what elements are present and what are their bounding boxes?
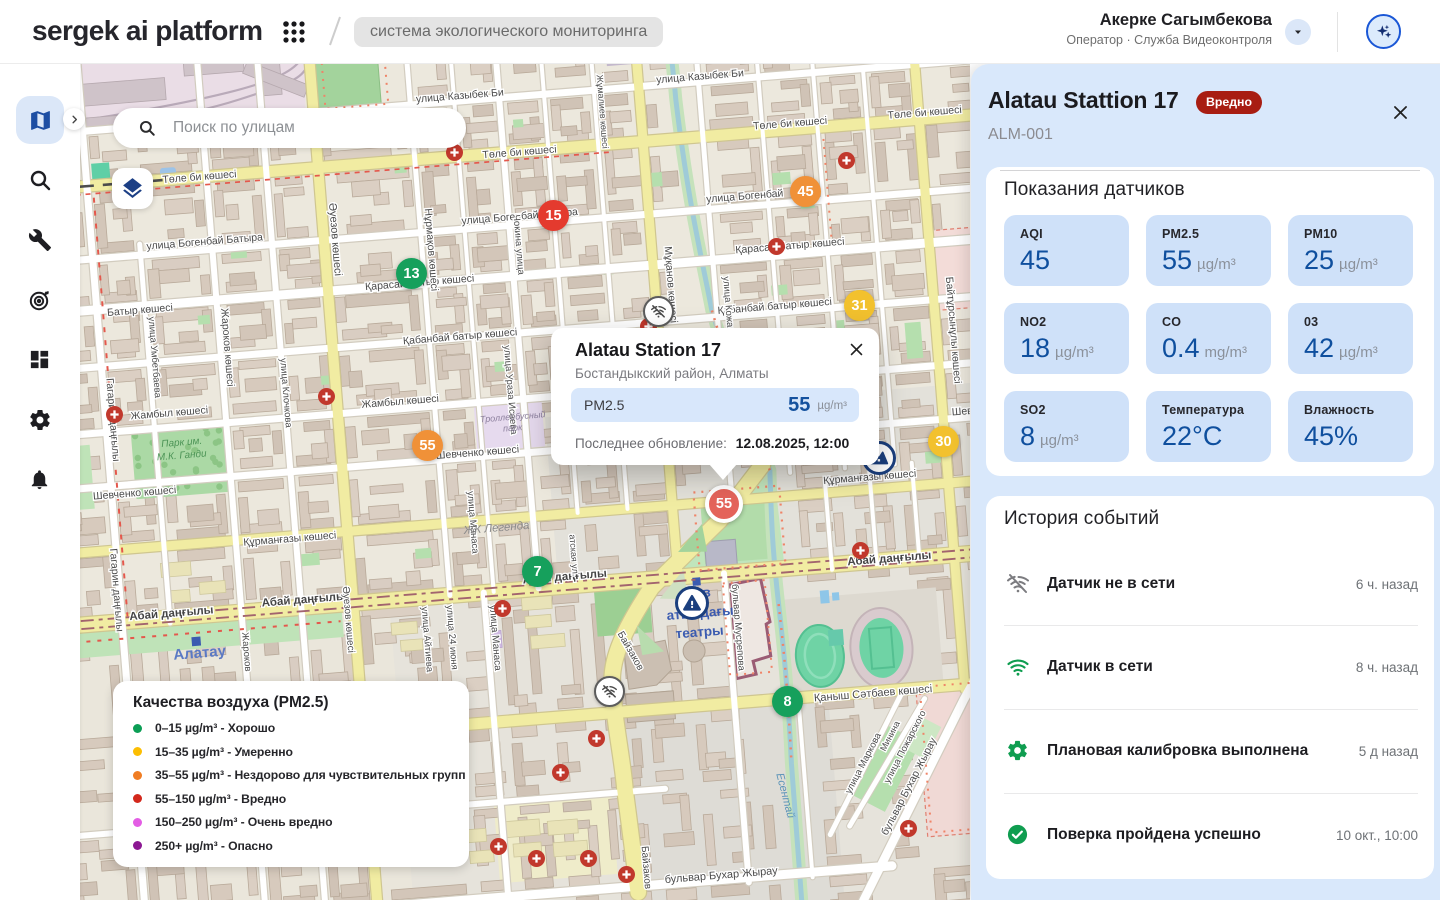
svg-text:Шевч: Шевч [951, 404, 970, 418]
svg-text:парк: парк [503, 422, 524, 434]
